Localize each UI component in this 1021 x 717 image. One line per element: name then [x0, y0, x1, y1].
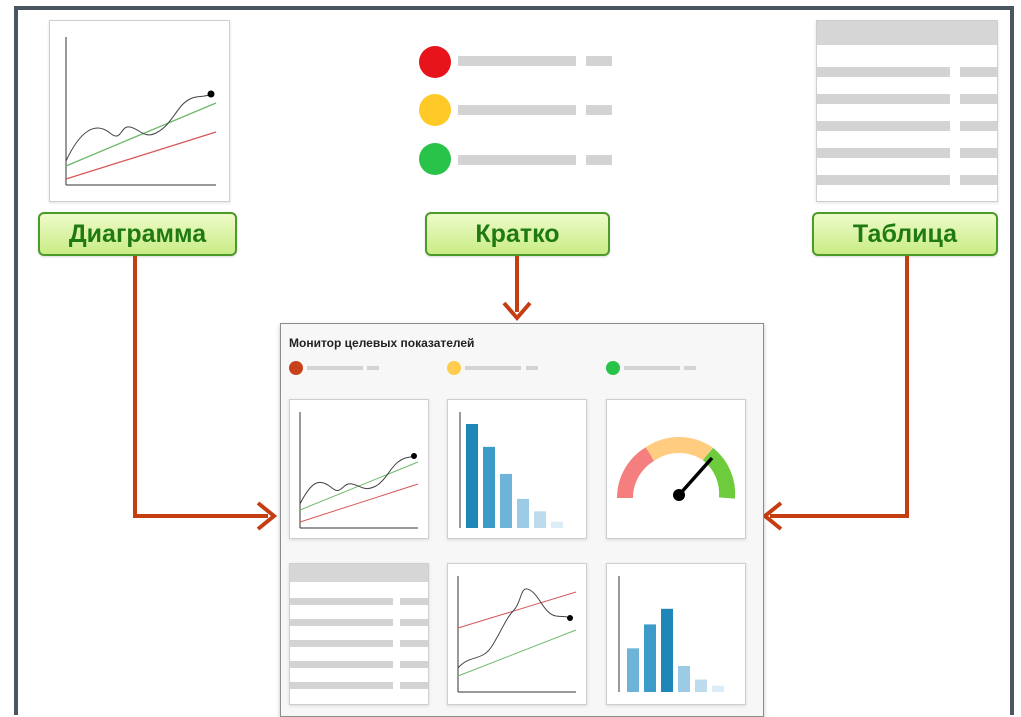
panel-table-cell [290, 640, 393, 647]
gauge-needle [677, 456, 714, 497]
gauge-segment-yellow [645, 437, 713, 461]
diagram-frame: Диаграмма Кратко Таблица Монитор целевых… [0, 0, 1021, 717]
monitor-status-bar [684, 366, 696, 370]
monitor-title: Монитор целевых показателей [289, 336, 475, 350]
status-light-yellow [419, 94, 451, 126]
arrowhead-right [761, 501, 783, 531]
panel-table-cell [400, 682, 428, 689]
arrow-chart-to-monitor [133, 256, 268, 518]
panel-bar-chart-2 [606, 563, 746, 705]
bar-1 [466, 424, 478, 528]
panel-line-chart [289, 399, 429, 539]
bar-4 [517, 498, 529, 528]
status-bar-long [458, 155, 576, 165]
thumb-data-line [65, 93, 213, 162]
monitor-status-yellow [447, 361, 461, 375]
panel2-data-line [457, 588, 571, 669]
label-summary: Кратко [425, 212, 610, 256]
panel-table-cell [290, 598, 393, 605]
panel-line-chart-2-graphic [457, 576, 577, 693]
panel-table-cell [400, 640, 428, 647]
table-cell-bar [960, 148, 997, 158]
line-chart-thumbnail-graphic [65, 37, 217, 186]
arrowhead-left [256, 501, 278, 531]
panel-gauge [606, 399, 746, 539]
panel-endpoint [411, 453, 417, 459]
arrow-table-to-monitor [770, 256, 909, 518]
table-cell-bar [817, 121, 950, 131]
bar-6 [712, 685, 724, 692]
status-bar-short [586, 105, 612, 115]
monitor-status-red [289, 361, 303, 375]
table-cell-bar [817, 94, 950, 104]
status-bar-long [458, 56, 576, 66]
status-light-red [419, 46, 451, 78]
gauge-segment-red [616, 447, 655, 499]
panel-table-cell [400, 619, 428, 626]
panel-bar-chart [447, 399, 587, 539]
bar-6 [551, 521, 563, 528]
panel2-endpoint [567, 615, 573, 621]
panel-data-line [299, 455, 415, 505]
panel-table-cell [400, 661, 428, 668]
bar-3 [661, 608, 673, 692]
table-cell-bar [960, 67, 997, 77]
thumb-trend-green [65, 102, 217, 167]
table-cell-bar [817, 148, 950, 158]
monitor-status-green [606, 361, 620, 375]
panel-bar-chart-graphic [459, 412, 563, 528]
panel-line-chart-2 [447, 563, 587, 705]
panel-table-header [290, 564, 428, 582]
arrowhead-down [502, 301, 532, 322]
frame-border-top [14, 6, 1014, 10]
bar-5 [534, 511, 546, 528]
panel2-trend-green [457, 629, 577, 677]
monitor-status-bar [526, 366, 538, 370]
table-cell-bar [817, 67, 950, 77]
bar-5 [695, 679, 707, 692]
bar-2 [644, 624, 656, 692]
table-header-row [817, 21, 997, 45]
status-light-green [419, 143, 451, 175]
monitor-status-bar [465, 366, 521, 370]
panel-table-cell [290, 661, 393, 668]
label-table-text: Таблица [852, 219, 958, 248]
status-bar-long [458, 105, 576, 115]
label-chart-text: Диаграмма [68, 219, 207, 248]
panel-gauge-graphic [616, 437, 736, 501]
panel-table-cell [290, 619, 393, 626]
dashboard-monitor: Монитор целевых показателей [280, 323, 764, 717]
panel-bar-chart-2-graphic [618, 576, 724, 692]
table-cell-bar [960, 94, 997, 104]
label-table: Таблица [812, 212, 998, 256]
bar-2 [483, 446, 495, 528]
frame-border-left [14, 6, 18, 715]
monitor-status-bar [367, 366, 379, 370]
status-bar-short [586, 155, 612, 165]
gauge-hub [673, 489, 685, 501]
panel-table-cell [400, 598, 428, 605]
panel-table [289, 563, 429, 705]
table-cell-bar [817, 175, 950, 185]
status-bar-short [586, 56, 612, 66]
thumb-endpoint [207, 90, 215, 98]
table-cell-bar [960, 175, 997, 185]
monitor-status-bar [624, 366, 680, 370]
bar-4 [678, 666, 690, 692]
table-cell-bar [960, 121, 997, 131]
label-chart: Диаграмма [38, 212, 237, 256]
panel-line-chart-graphic [299, 412, 419, 529]
bar-3 [500, 473, 512, 528]
thumb-trend-red [65, 131, 217, 180]
monitor-status-bar [307, 366, 363, 370]
panel-table-cell [290, 682, 393, 689]
bar-1 [627, 648, 639, 692]
label-summary-text: Кратко [475, 219, 560, 248]
chart-thumbnail [49, 20, 230, 202]
panel2-trend-red [457, 591, 577, 629]
table-thumbnail [816, 20, 998, 202]
frame-border-right [1010, 6, 1014, 715]
